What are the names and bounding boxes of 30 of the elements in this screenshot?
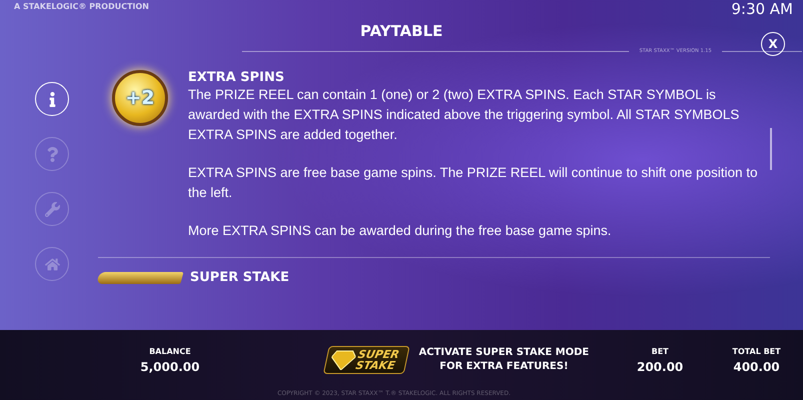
wrench-icon	[44, 202, 60, 216]
promo-text: ACTIVATE SUPER STAKE MODE	[418, 346, 589, 360]
scrollbar[interactable]	[770, 128, 772, 170]
super-stake-logo[interactable]: SUPER STAKE	[323, 346, 410, 374]
promo-text: FOR EXTRA FEATURES!	[440, 360, 568, 374]
section-paragraph: The PRIZE REEL can contain 1 (one) or 2 (two) EXTRA SPINS. Each STAR SYMBOL is awarded with the EXTRA SPINS indicated above the triggering symbol. All STAR SYMBOLS EXTRA SPINS are added together.	[188, 86, 740, 144]
home-nav-button[interactable]	[35, 247, 69, 281]
logo-text: STAKE	[354, 360, 398, 371]
section-paragraph: More EXTRA SPINS can be awarded during the free base game spins.	[188, 222, 612, 240]
logo-text: SUPER	[357, 349, 400, 360]
close-button[interactable]: X	[761, 32, 785, 56]
help-nav-button[interactable]	[35, 137, 69, 171]
bet-value: 200.00	[636, 360, 684, 374]
super-stake-logo-icon	[96, 272, 184, 284]
balance-label: BALANCE	[149, 346, 191, 356]
section-paragraph: EXTRA SPINS are free base game spins. The PRIZE REEL will continue to shift one position to the left.	[188, 164, 759, 202]
paytable-title: PAYTABLE	[360, 22, 443, 40]
section-heading: SUPER STAKE	[190, 270, 290, 285]
settings-nav-button[interactable]	[35, 192, 69, 226]
total-bet-label: TOTAL BET	[732, 346, 781, 356]
home-icon	[44, 256, 60, 272]
section-heading: EXTRA SPINS	[188, 70, 286, 85]
balance-value: 5,000.00	[140, 360, 200, 374]
clock-time: 9:30 AM	[731, 0, 793, 18]
extra-spins-coin: +2	[112, 70, 168, 126]
help-icon	[44, 146, 60, 162]
info-nav-button[interactable]	[35, 82, 69, 116]
bet-label: BET	[651, 346, 669, 356]
total-bet-value: 400.00	[733, 360, 780, 374]
production-credit: A STAKELOGIC® PRODUCTION	[14, 2, 150, 11]
